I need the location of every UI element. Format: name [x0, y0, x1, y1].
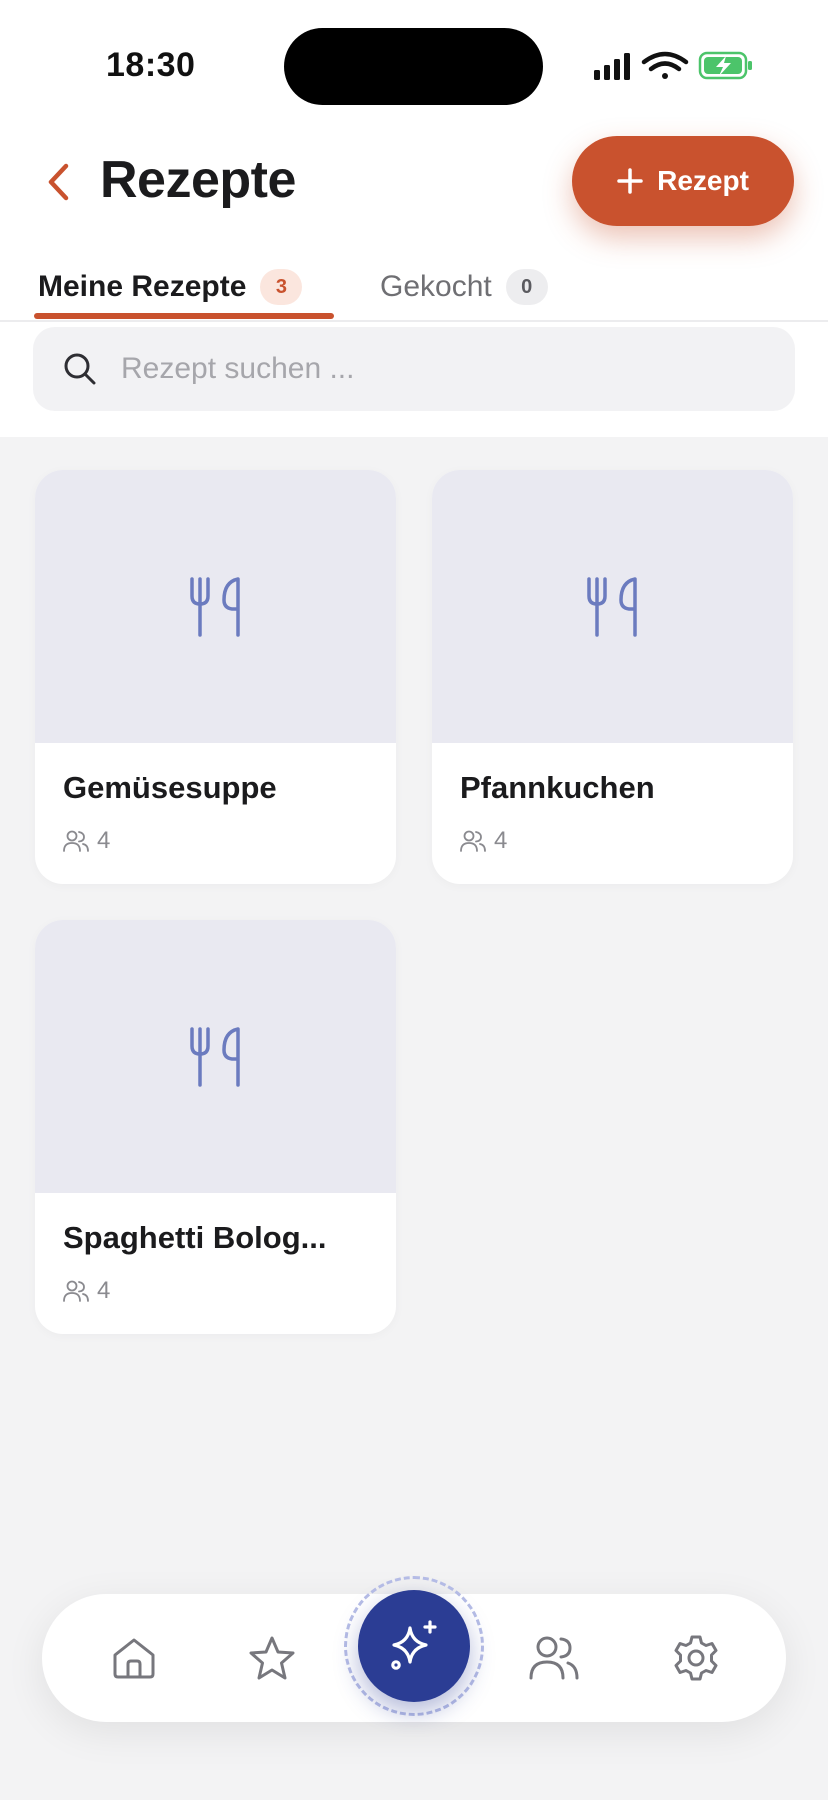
add-recipe-button[interactable]: Rezept	[572, 136, 794, 226]
servings-count: 4	[97, 827, 111, 854]
recipe-title: Gemüsesuppe	[63, 770, 277, 805]
wifi-icon	[641, 51, 689, 79]
recipe-servings: 4	[63, 827, 110, 855]
users-icon	[63, 1280, 89, 1302]
signal-icon	[594, 53, 630, 80]
recipe-title: Pfannkuchen	[460, 770, 655, 805]
recipe-card[interactable]: Gemüsesuppe 4	[35, 470, 396, 884]
tab-meine-rezepte[interactable]: Meine Rezepte 3	[38, 255, 303, 319]
recipe-card[interactable]: Spaghetti Bolog... 4	[35, 920, 396, 1334]
plus-icon	[617, 168, 643, 194]
home-icon	[113, 1638, 155, 1679]
users-icon	[460, 830, 486, 852]
recipe-servings: 4	[460, 827, 507, 855]
servings-count: 4	[97, 1277, 111, 1304]
tab-label: Gekocht	[380, 270, 492, 303]
page-title: Rezepte	[100, 151, 296, 209]
count-badge: 3	[260, 269, 303, 305]
status-icons	[594, 51, 752, 80]
recipe-image-placeholder	[35, 470, 396, 743]
tab-label: Meine Rezepte	[38, 270, 247, 303]
cutlery-icon	[586, 576, 637, 637]
dynamic-island	[284, 28, 543, 105]
back-button[interactable]	[38, 158, 78, 206]
sparkles-icon	[391, 1620, 437, 1670]
recipe-image-placeholder	[432, 470, 793, 743]
search-bar	[33, 327, 795, 411]
users-icon	[63, 830, 89, 852]
chevron-left-icon	[48, 163, 69, 201]
cutlery-icon	[189, 576, 240, 637]
recipe-servings: 4	[63, 1277, 110, 1305]
cutlery-icon	[189, 1026, 240, 1087]
tab-bar: Meine Rezepte 3 Gekocht 0	[0, 255, 828, 322]
search-input[interactable]	[121, 327, 761, 411]
recipes-screen: 18:30 Rezepte Rezept Meine Rezepte 3 Gek…	[0, 0, 828, 1800]
active-tab-indicator	[34, 313, 334, 319]
status-time: 18:30	[106, 46, 196, 84]
star-icon	[249, 1636, 295, 1680]
search-icon	[64, 353, 96, 385]
nav-community[interactable]	[524, 1628, 584, 1688]
ai-assistant-button[interactable]	[358, 1590, 470, 1702]
servings-count: 4	[494, 827, 508, 854]
users-icon	[529, 1636, 579, 1680]
add-recipe-label: Rezept	[657, 165, 749, 196]
nav-favorites[interactable]	[242, 1628, 302, 1688]
count-badge: 0	[505, 269, 548, 305]
recipe-image-placeholder	[35, 920, 396, 1193]
nav-settings[interactable]	[666, 1628, 726, 1688]
recipe-card[interactable]: Pfannkuchen 4	[432, 470, 793, 884]
nav-home[interactable]	[104, 1628, 164, 1688]
recipe-title: Spaghetti Bolog...	[63, 1220, 327, 1255]
tab-gekocht[interactable]: Gekocht 0	[380, 255, 548, 319]
battery-charging-icon	[698, 51, 752, 80]
settings-icon	[674, 1635, 718, 1681]
